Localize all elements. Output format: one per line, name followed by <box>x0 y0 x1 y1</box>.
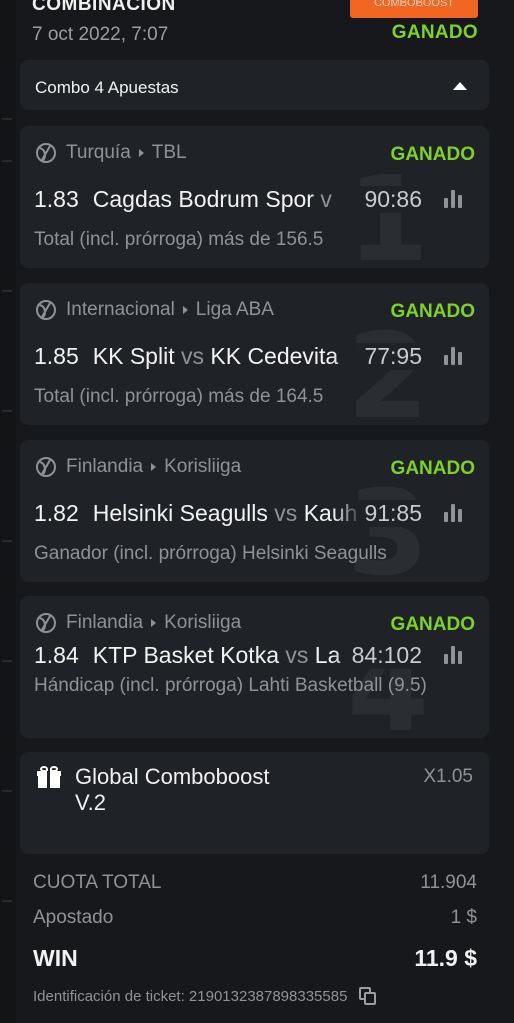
away-team: La <box>314 641 341 668</box>
bet-card-3[interactable]: 3 Finlandia Korisliiga GANADO 1.82 Helsi… <box>20 440 489 582</box>
ticket-id-row: Identificación de ticket: 21901323878983… <box>33 987 377 1005</box>
home-team: KTP Basket Kotka <box>92 641 279 668</box>
bet-teams: Helsinki Seagulls vs Kauh <box>93 500 358 526</box>
background-list-edge <box>0 0 16 1023</box>
vs-label: vs <box>285 641 309 668</box>
home-team: KK Split <box>92 342 175 369</box>
bet-card-2[interactable]: 2 Internacional Liga ABA GANADO 1.85 KK … <box>20 283 489 425</box>
bet-status: GANADO <box>390 614 475 635</box>
bet-score: 91:85 <box>360 499 422 527</box>
bet-score: 77:95 <box>360 342 422 370</box>
bet-event-line: 1.82 Helsinki Seagulls vs Kauh 91:85 <box>34 498 464 528</box>
chevron-right-icon <box>151 619 157 627</box>
chevron-right-icon <box>138 149 144 157</box>
bet-odds: 1.82 <box>34 499 79 526</box>
combo-collapse-bar[interactable]: Combo 4 Apuestas <box>20 60 489 110</box>
away-team: KK Cedevita <box>210 342 339 369</box>
win-row: WIN 11.9 $ <box>33 945 477 972</box>
chevron-right-icon <box>151 463 157 471</box>
stats-bar-icon[interactable] <box>444 190 464 208</box>
bet-card-4[interactable]: 4 Finlandia Korisliiga GANADO 1.84 KTP B… <box>20 596 489 738</box>
bet-country: Internacional <box>66 299 175 320</box>
vs-label: vs <box>180 342 204 369</box>
boost-name: Global Comboboost V.2 <box>75 764 270 815</box>
stake-value: 1 $ <box>450 907 477 928</box>
bet-odds: 1.84 <box>34 641 79 668</box>
bet-league: Internacional Liga ABA <box>36 299 274 321</box>
vs-label: vs <box>274 499 298 526</box>
bet-country: Finlandia <box>66 612 144 633</box>
bet-market: Total (incl. prórroga) más de 164.5 <box>34 386 324 407</box>
chevron-right-icon <box>182 306 188 314</box>
copy-icon[interactable] <box>359 987 377 1005</box>
win-value: 11.9 $ <box>414 945 477 971</box>
win-label: WIN <box>33 945 78 971</box>
bet-score: 84:102 <box>347 641 422 669</box>
bet-league: Finlandia Korisliiga <box>36 612 241 634</box>
bet-status: GANADO <box>390 144 475 165</box>
bet-date: 7 oct 2022, 7:07 <box>32 24 169 45</box>
bet-market: Ganador (incl. prórroga) Helsinki Seagul… <box>34 543 387 564</box>
bet-country: Finlandia <box>66 456 144 477</box>
bet-country: Turquía <box>66 142 131 163</box>
basketball-icon <box>36 613 56 633</box>
bet-odds: 1.85 <box>34 342 79 369</box>
ticket-header: COMBINACION COMBOBOOST 7 oct 2022, 7:07 … <box>32 0 478 50</box>
vs-label: v <box>320 185 332 212</box>
bet-event-line: 1.83 Cagdas Bodrum Spor v 90:86 <box>34 184 464 214</box>
combo-title: Combo 4 Apuestas <box>35 78 179 97</box>
stats-bar-icon[interactable] <box>444 646 464 664</box>
bet-league: Finlandia Korisliiga <box>36 456 241 478</box>
gift-icon <box>37 766 61 788</box>
home-team: Cagdas Bodrum Spor <box>92 185 314 212</box>
home-team: Helsinki Seagulls <box>92 499 268 526</box>
bet-teams: KTP Basket Kotka vs La <box>93 642 341 668</box>
bet-event-line: 1.84 KTP Basket Kotka vs La 84:102 <box>34 640 464 670</box>
bet-market: Total (incl. prórroga) más de 156.5 <box>34 229 324 250</box>
comboboost-badge: COMBOBOOST <box>350 0 478 18</box>
bet-card-1[interactable]: 1 Turquía TBL GANADO 1.83 Cagdas Bodrum … <box>20 126 489 268</box>
bet-status: GANADO <box>390 301 475 322</box>
total-odds-row: CUOTA TOTAL 11.904 <box>33 872 477 894</box>
bet-league-name: TBL <box>151 142 187 163</box>
bet-event-line: 1.85 KK Split vs KK Cedevita 77:95 <box>34 341 464 371</box>
bet-teams: KK Split vs KK Cedevita <box>93 343 338 369</box>
stats-bar-icon[interactable] <box>444 347 464 365</box>
bet-status: GANADO <box>390 458 475 479</box>
stake-label: Apostado <box>33 907 114 928</box>
bet-score: 90:86 <box>360 185 422 213</box>
away-team: Kauh <box>303 499 358 526</box>
ticket-id: Identificación de ticket: 21901323878983… <box>33 987 348 1005</box>
basketball-icon <box>36 457 56 477</box>
bet-league-name: Korisliiga <box>164 456 242 477</box>
bet-league-name: Liga ABA <box>195 299 274 320</box>
stats-bar-icon[interactable] <box>444 504 464 522</box>
boost-card: Global Comboboost V.2 X1.05 <box>20 752 489 854</box>
stake-row: Apostado 1 $ <box>33 907 477 929</box>
ticket-status: GANADO <box>391 22 478 43</box>
total-odds-value: 11.904 <box>420 872 477 893</box>
bet-teams: Cagdas Bodrum Spor v <box>93 186 332 212</box>
bet-league: Turquía TBL <box>36 142 187 164</box>
total-odds-label: CUOTA TOTAL <box>33 872 162 893</box>
basketball-icon <box>36 300 56 320</box>
bet-odds: 1.83 <box>34 185 79 212</box>
basketball-icon <box>36 143 56 163</box>
bet-type-title: COMBINACION <box>32 0 176 15</box>
boost-multiplier: X1.05 <box>423 766 473 787</box>
caret-up-icon[interactable] <box>453 82 467 90</box>
bet-market: Hándicap (incl. prórroga) Lahti Basketba… <box>34 675 427 696</box>
bet-league-name: Korisliiga <box>164 612 242 633</box>
